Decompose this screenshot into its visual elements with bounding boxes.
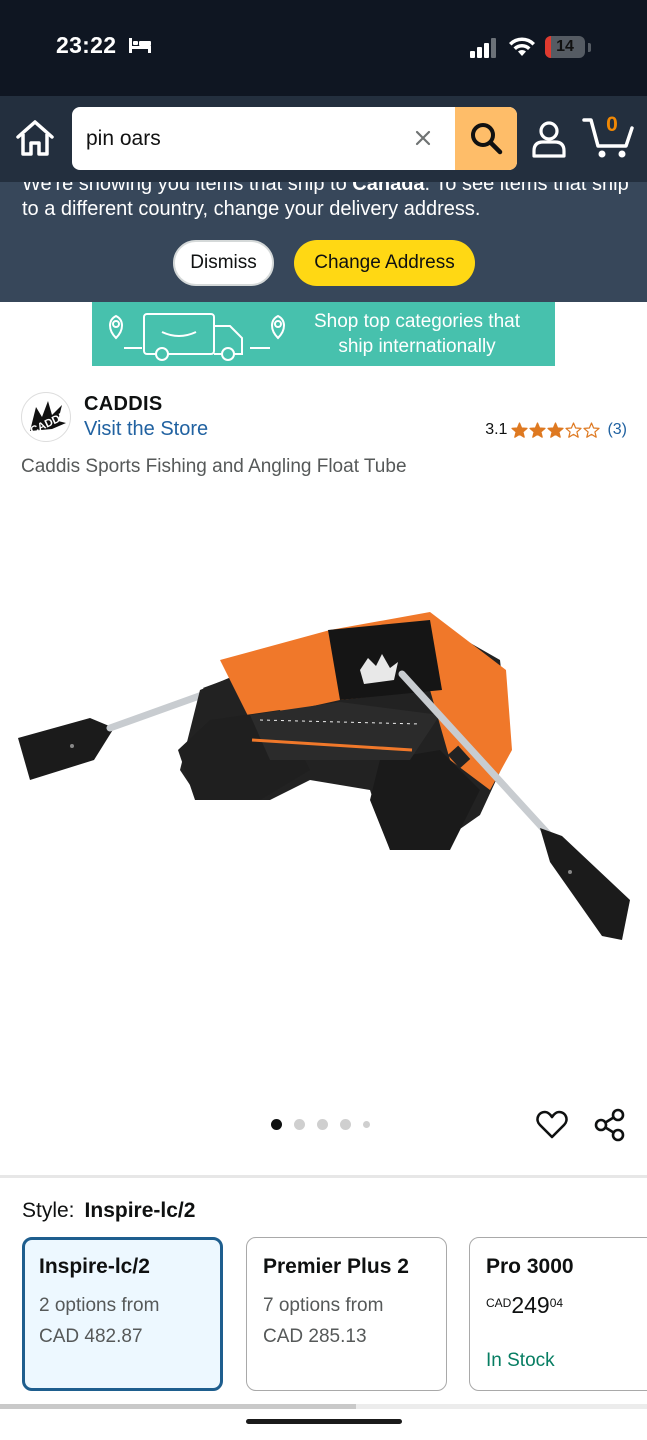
star-icon	[583, 421, 601, 438]
rating[interactable]: 3.1 (3)	[485, 421, 627, 439]
star-icon	[529, 421, 547, 438]
star-icon	[565, 421, 583, 438]
search-input[interactable]	[86, 107, 386, 170]
option-details: 7 options from CAD 285.13	[263, 1290, 383, 1352]
option-price: CAD 482.87	[39, 1326, 143, 1347]
style-option-inspire[interactable]: Inspire-lc/2 2 options from CAD 482.87	[22, 1237, 223, 1391]
delivery-text-prefix: We're showing you items that ship to	[22, 182, 353, 195]
status-bar: 23:22 14	[0, 0, 647, 96]
option-count: 7 options from	[263, 1295, 384, 1316]
search-box[interactable]	[72, 107, 517, 170]
option-details: 2 options from CAD 482.87	[39, 1290, 159, 1352]
option-price: CAD24904	[486, 1292, 563, 1319]
battery-percent: 14	[556, 38, 574, 55]
scrollbar-thumb[interactable]	[0, 1404, 356, 1409]
delivery-message: We're showing you items that ship to Can…	[22, 182, 632, 222]
wifi-icon	[509, 37, 535, 56]
search-icon	[471, 123, 503, 155]
bed-icon	[129, 38, 151, 53]
header: 0	[0, 96, 647, 182]
option-price: CAD 285.13	[263, 1326, 367, 1347]
status-time: 23:22	[56, 32, 117, 58]
star-icon	[547, 421, 565, 438]
style-label-text: Style:	[22, 1199, 75, 1222]
style-option-pro-3000[interactable]: Pro 3000 CAD24904 In Stock	[469, 1237, 647, 1391]
clear-icon[interactable]	[412, 127, 434, 149]
style-option-premier-plus[interactable]: Premier Plus 2 7 options from CAD 285.13	[246, 1237, 447, 1391]
search-button[interactable]	[455, 107, 517, 170]
product-title: Caddis Sports Fishing and Angling Float …	[21, 456, 407, 477]
option-count: 2 options from	[39, 1295, 160, 1316]
style-label: Style: Inspire-lc/2	[22, 1199, 195, 1223]
rating-stars	[511, 421, 601, 439]
star-icon	[511, 421, 529, 438]
rating-value: 3.1	[485, 421, 508, 438]
product-image[interactable]	[10, 600, 640, 950]
carousel-dot[interactable]	[271, 1119, 282, 1130]
option-name: Premier Plus 2	[263, 1255, 409, 1278]
image-carousel-dots[interactable]	[271, 1119, 382, 1130]
brand-logo[interactable]: CADDIS	[21, 392, 71, 442]
delivery-truck-icon	[109, 313, 285, 361]
brand-name: CADDIS	[84, 393, 163, 415]
promo-line-1: Shop top categories that	[314, 311, 520, 332]
battery-cap	[588, 43, 591, 52]
option-name: Pro 3000	[486, 1255, 574, 1278]
battery-icon: 14	[545, 36, 585, 58]
horizontal-scrollbar[interactable]	[0, 1404, 647, 1409]
signal-icon	[470, 38, 496, 58]
promo-line-2: ship internationally	[338, 336, 496, 357]
delivery-country: Canada	[352, 182, 425, 195]
delivery-banner: We're showing you items that ship to Can…	[0, 182, 647, 302]
style-selected-value: Inspire-lc/2	[84, 1199, 196, 1222]
share-icon[interactable]	[594, 1108, 626, 1142]
home-indicator[interactable]	[246, 1419, 402, 1424]
carousel-dot[interactable]	[340, 1119, 351, 1130]
carousel-dot[interactable]	[317, 1119, 328, 1130]
rating-count[interactable]: (3)	[607, 421, 627, 439]
change-address-button[interactable]: Change Address	[294, 240, 475, 286]
visit-store-link[interactable]: Visit the Store	[84, 418, 208, 441]
carousel-dot[interactable]	[363, 1121, 370, 1128]
ship-internationally-banner[interactable]: Shop top categories that ship internatio…	[92, 302, 555, 366]
heart-icon[interactable]	[536, 1110, 568, 1140]
cart-count: 0	[606, 113, 618, 136]
price-whole: 249	[511, 1292, 550, 1318]
price-currency: CAD	[486, 1296, 512, 1310]
price-fraction: 04	[549, 1296, 564, 1310]
option-name: Inspire-lc/2	[39, 1255, 150, 1278]
home-icon[interactable]	[14, 118, 56, 158]
divider	[0, 1175, 647, 1178]
carousel-dot[interactable]	[294, 1119, 305, 1130]
account-icon[interactable]	[531, 120, 567, 158]
promo-text: Shop top categories that ship internatio…	[292, 309, 542, 359]
stock-status: In Stock	[486, 1350, 555, 1371]
dismiss-button[interactable]: Dismiss	[173, 240, 274, 286]
